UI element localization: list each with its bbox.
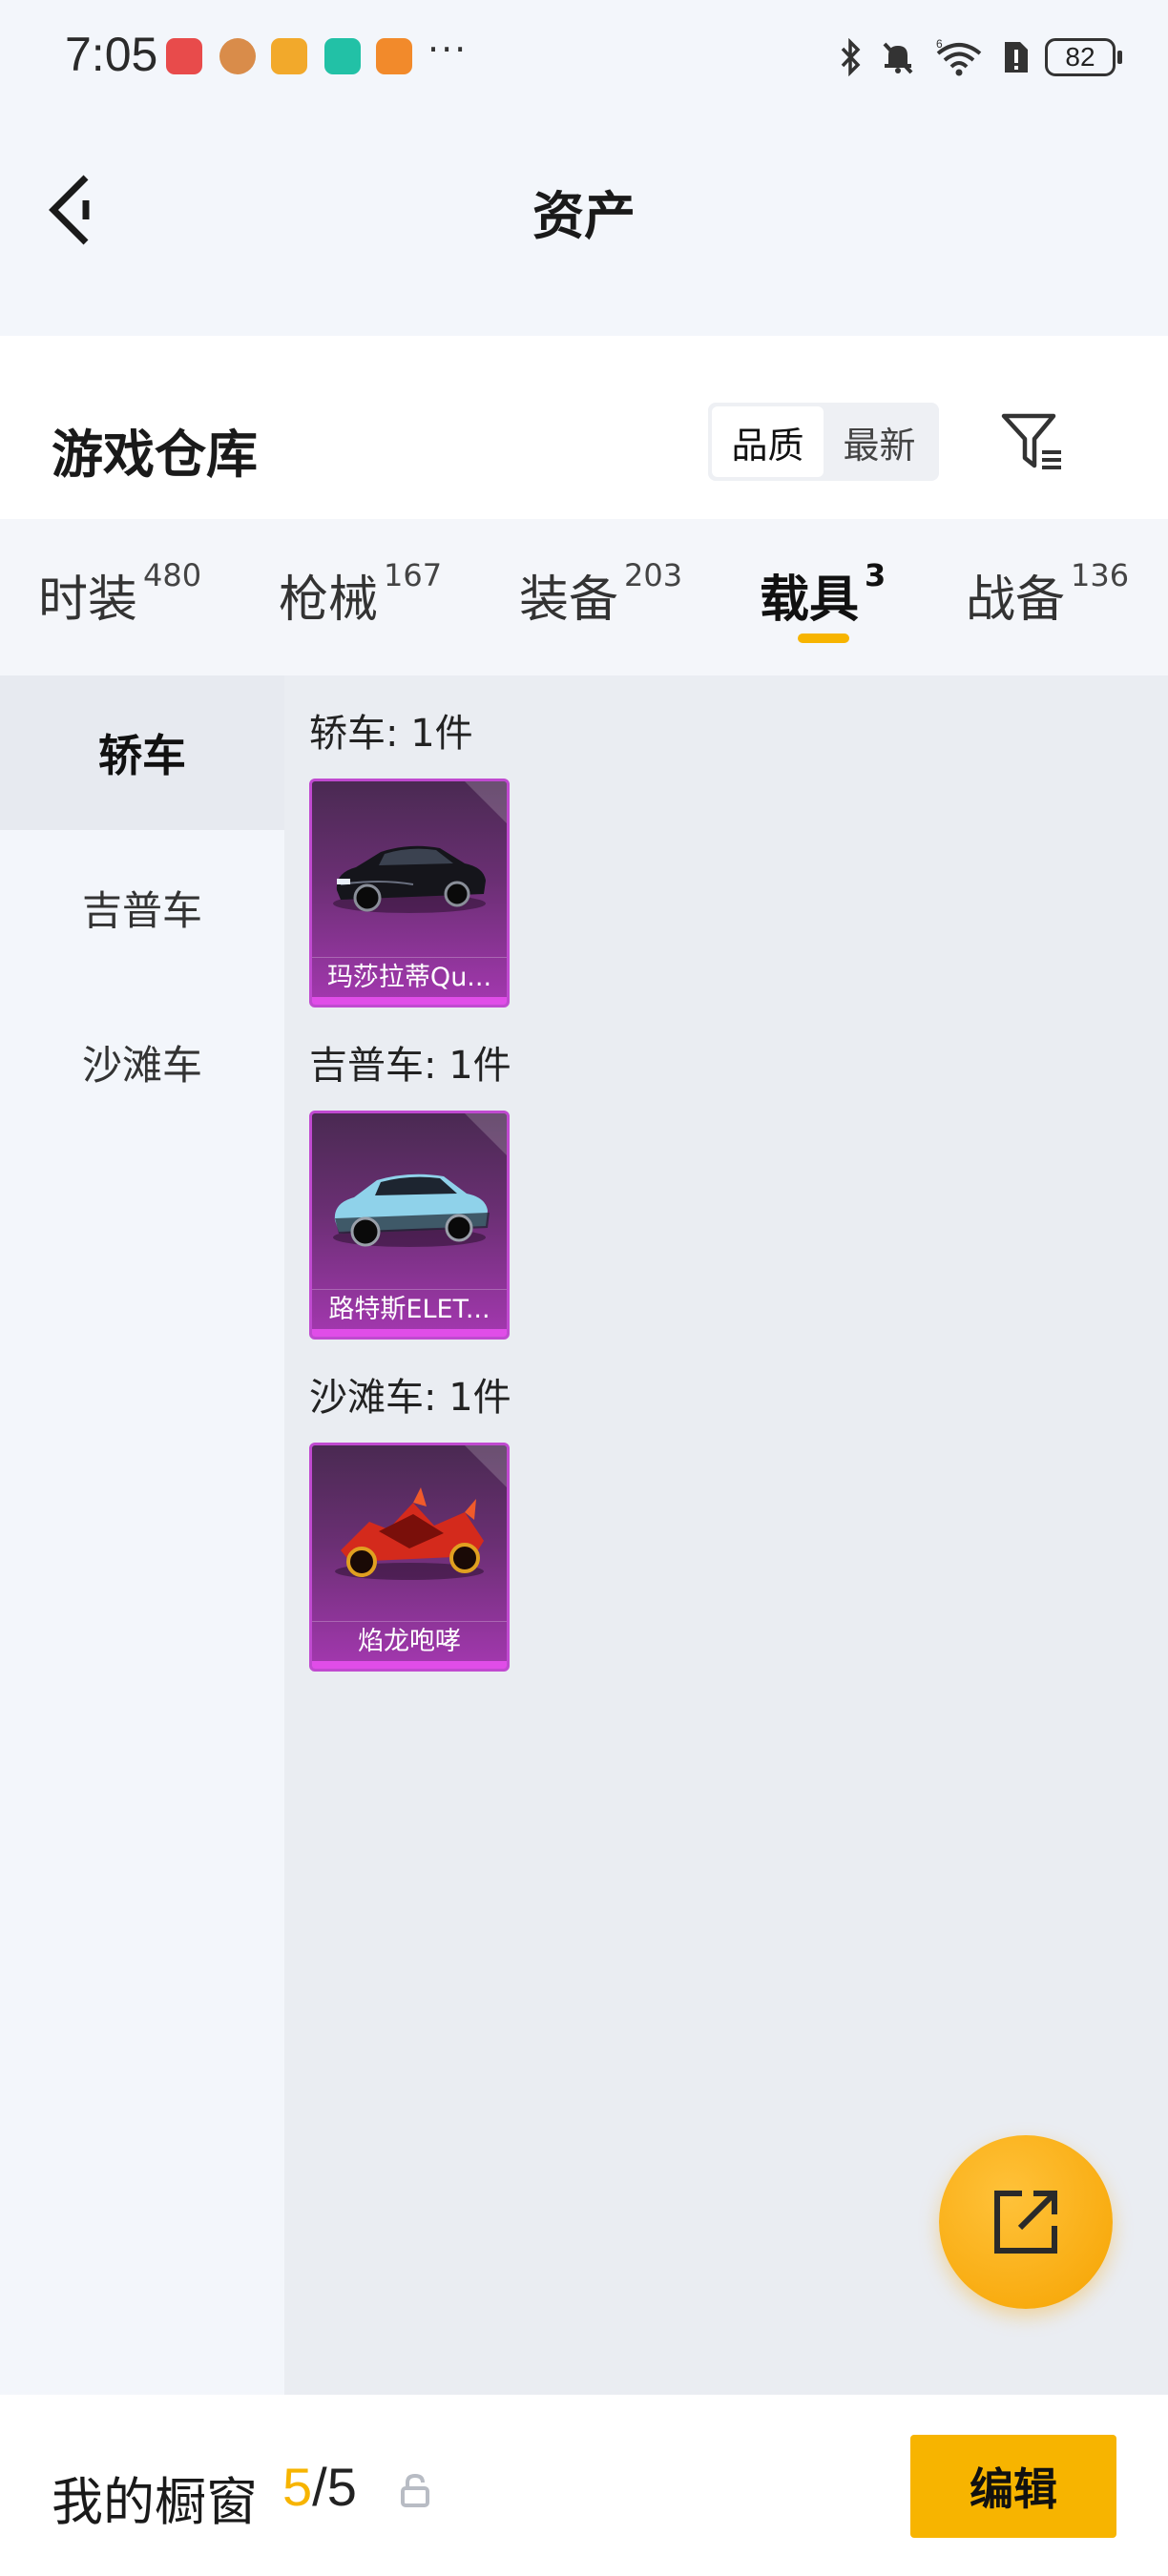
page-title: 资产	[532, 186, 636, 246]
tab-count: 136	[1071, 557, 1130, 593]
sidebar-item-jeep[interactable]: 吉普车	[0, 830, 284, 985]
item-card[interactable]: 焰龙咆哮	[309, 1443, 510, 1672]
status-bar: 7:05 ··· 6 82	[0, 0, 1168, 114]
beach-buggy-image	[335, 1487, 484, 1580]
showcase-title: 我的橱窗	[52, 2472, 258, 2532]
mute-icon	[883, 42, 913, 74]
notification-app-icon	[376, 38, 412, 74]
tab-count: 480	[143, 557, 202, 593]
lock-icon	[401, 2473, 429, 2507]
tab-label: 枪械	[279, 571, 379, 629]
rarity-bar	[312, 1329, 507, 1337]
subcategory-sidebar: 轿车 吉普车 沙滩车	[0, 675, 284, 2395]
showcase-count-total: 5	[326, 2457, 357, 2517]
notification-app-icon	[219, 38, 256, 74]
wifi-icon: 6	[936, 38, 982, 76]
sidebar-item-beach-buggy[interactable]: 沙滩车	[0, 985, 284, 1139]
item-name: 路特斯ELET...	[312, 1289, 507, 1329]
tab-label: 载具	[760, 571, 860, 629]
sort-toggle: 品质 最新	[708, 403, 939, 481]
tab-label: 战备	[966, 571, 1066, 629]
battery-indicator: 82	[1045, 38, 1122, 76]
notification-app-icon	[324, 38, 361, 74]
rarity-bar	[312, 1661, 507, 1669]
top-nav: 资产	[0, 134, 1168, 277]
status-time: 7:05	[65, 28, 158, 81]
sedan-car-image	[333, 845, 486, 913]
active-tab-indicator	[798, 634, 849, 643]
group-title: 沙滩车: 1件	[309, 1376, 511, 1420]
filter-icon	[1001, 413, 1061, 469]
tab-fashion[interactable]: 时装 480	[38, 557, 202, 631]
showcase-count-separator: /	[312, 2457, 327, 2517]
sort-quality-button[interactable]: 品质	[712, 406, 824, 477]
item-name: 玛莎拉蒂Qu...	[312, 957, 507, 997]
item-card[interactable]: 路特斯ELET...	[309, 1111, 510, 1340]
battery-cap	[1117, 51, 1122, 64]
tab-count: 3	[865, 557, 886, 593]
jeep-car-image	[333, 1174, 490, 1247]
svg-text:6: 6	[936, 38, 943, 51]
edit-button[interactable]: 编辑	[910, 2435, 1116, 2538]
showcase-count: 5/5	[282, 2456, 357, 2518]
warehouse-title: 游戏仓库	[52, 425, 258, 485]
tab-label: 时装	[38, 571, 138, 629]
sim-alert-icon	[1005, 42, 1028, 73]
notification-app-icon	[166, 38, 202, 74]
group-title: 轿车: 1件	[309, 712, 473, 756]
showcase-count-current: 5	[282, 2457, 313, 2517]
filter-button[interactable]	[998, 408, 1065, 475]
tab-vehicles[interactable]: 载具 3	[760, 557, 886, 631]
bluetooth-icon	[841, 38, 861, 76]
tab-firearms[interactable]: 枪械 167	[279, 557, 443, 631]
showcase-bar: 我的橱窗 5/5 编辑	[0, 2395, 1168, 2576]
tab-equipment[interactable]: 装备 203	[519, 557, 683, 631]
sort-newest-button[interactable]: 最新	[824, 406, 935, 477]
rarity-bar	[312, 997, 507, 1005]
battery-level: 82	[1045, 38, 1116, 76]
tab-label: 装备	[519, 571, 619, 629]
group-title: 吉普车: 1件	[309, 1044, 511, 1088]
category-tabs: 时装 480 枪械 167 装备 203 载具 3 战备 136	[0, 519, 1168, 675]
share-icon	[994, 2191, 1057, 2254]
item-card[interactable]: 玛莎拉蒂Qu...	[309, 779, 510, 1008]
tab-count: 167	[384, 557, 443, 593]
share-button[interactable]	[939, 2135, 1113, 2309]
notification-app-icon	[271, 38, 307, 74]
status-icons: 6 82	[839, 31, 1122, 84]
tab-count: 203	[624, 557, 683, 593]
item-name: 焰龙咆哮	[312, 1621, 507, 1661]
more-notifications-icon: ···	[428, 29, 469, 71]
tab-battle-supplies[interactable]: 战备 136	[966, 557, 1130, 631]
sidebar-item-sedan[interactable]: 轿车	[0, 675, 284, 830]
